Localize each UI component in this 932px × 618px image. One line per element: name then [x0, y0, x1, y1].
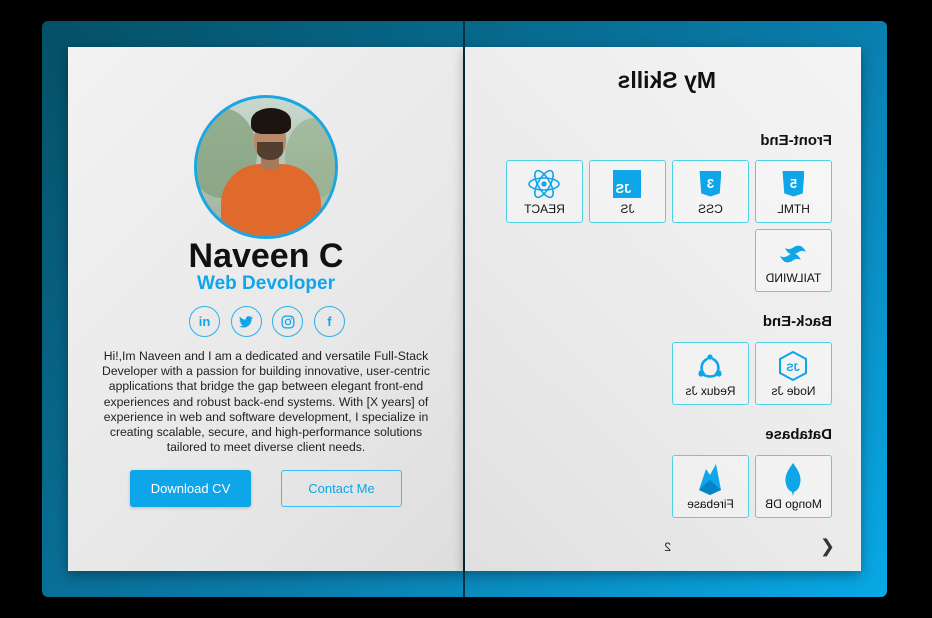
- skill-label: JS: [620, 201, 635, 216]
- css3-icon: 3: [700, 171, 722, 197]
- twitter-icon[interactable]: [230, 306, 262, 337]
- skill-label: Mongo DB: [765, 496, 822, 511]
- nodejs-icon: JS: [779, 350, 808, 381]
- skill-card-js[interactable]: JS JS: [589, 160, 666, 223]
- skill-card-tailwind[interactable]: TAILWIND: [755, 229, 832, 292]
- mongodb-icon: [785, 462, 802, 496]
- page-number: 2: [664, 540, 671, 554]
- skill-card-html[interactable]: 5 HTML: [755, 160, 832, 223]
- profile-name: Naveen C: [188, 237, 344, 275]
- profile-bio: Hi!,Im Naveen and I am a dedicated and v…: [102, 349, 430, 455]
- react-icon: [528, 169, 561, 198]
- backend-skills: JS Node Js Redux Js: [502, 342, 832, 405]
- database-skills: Mongo DB Firebase: [502, 455, 832, 518]
- profile-page: Naveen C Web Devoloper in f Hi!,Im Navee…: [68, 47, 464, 571]
- social-links: in f: [189, 306, 345, 338]
- linkedin-icon[interactable]: in: [189, 306, 220, 337]
- skill-card-redux[interactable]: Redux Js: [672, 342, 749, 405]
- svg-text:JS: JS: [787, 362, 800, 374]
- tailwind-icon: [780, 245, 807, 262]
- backend-heading: Back-End: [762, 313, 832, 330]
- javascript-icon: JS: [613, 169, 642, 198]
- skill-label: HTML: [777, 201, 810, 216]
- instagram-icon[interactable]: [272, 306, 304, 337]
- skill-card-nodejs[interactable]: JS Node Js: [755, 342, 832, 405]
- contact-me-button[interactable]: Contact Me: [281, 470, 402, 507]
- skill-card-firebase[interactable]: Firebase: [672, 455, 749, 518]
- frontend-heading: Front-End: [760, 132, 832, 149]
- database-heading: Database: [765, 426, 832, 443]
- skill-label: CSS: [698, 201, 723, 216]
- skill-card-react[interactable]: REACT: [506, 160, 583, 223]
- html5-icon: 5: [783, 171, 805, 197]
- skills-title: My Skills: [617, 67, 716, 93]
- skill-card-mongodb[interactable]: Mongo DB: [755, 455, 832, 518]
- facebook-icon[interactable]: f: [313, 306, 345, 337]
- skill-label: Firebase: [687, 496, 734, 511]
- skill-label: REACT: [524, 201, 565, 216]
- skills-page: My Skills Front-End 5 HTML 3 CSS JS JS R…: [465, 47, 861, 571]
- firebase-icon: [699, 463, 722, 495]
- skill-label: TAILWIND: [765, 270, 822, 285]
- skill-card-css[interactable]: 3 CSS: [672, 160, 749, 223]
- skill-label: Redux Js: [685, 383, 736, 398]
- chevron-left-icon[interactable]: ❮: [820, 536, 835, 557]
- profile-role: Web Devoloper: [197, 273, 335, 294]
- download-cv-button[interactable]: Download CV: [130, 470, 251, 507]
- skill-label: Node Js: [771, 383, 816, 398]
- avatar: [194, 95, 338, 239]
- redux-icon: [698, 353, 723, 378]
- frontend-skills: 5 HTML 3 CSS JS JS REACT TAILWIND: [502, 160, 832, 292]
